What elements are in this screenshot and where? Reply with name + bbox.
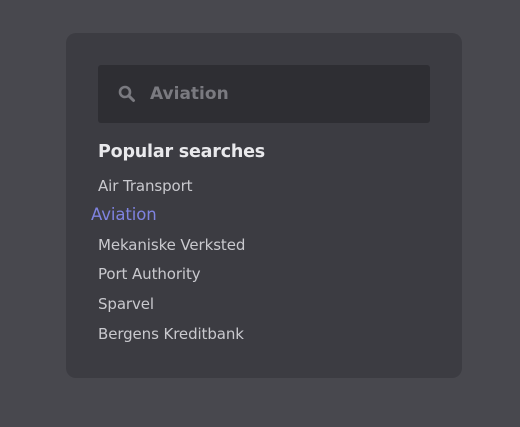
search-input[interactable] bbox=[150, 79, 410, 109]
search-box[interactable] bbox=[98, 65, 430, 123]
popular-search-item[interactable]: Port Authority bbox=[98, 264, 201, 284]
popular-search-item[interactable]: Mekaniske Verksted bbox=[98, 235, 245, 255]
search-panel: Popular searches Air Transport Aviation … bbox=[66, 33, 462, 378]
popular-search-item-active[interactable]: Aviation bbox=[91, 205, 157, 225]
popular-search-item[interactable]: Air Transport bbox=[98, 176, 193, 196]
search-icon bbox=[118, 85, 136, 103]
popular-search-item[interactable]: Bergens Kreditbank bbox=[98, 324, 244, 344]
popular-searches-heading: Popular searches bbox=[98, 142, 266, 162]
popular-search-item[interactable]: Sparvel bbox=[98, 294, 154, 314]
